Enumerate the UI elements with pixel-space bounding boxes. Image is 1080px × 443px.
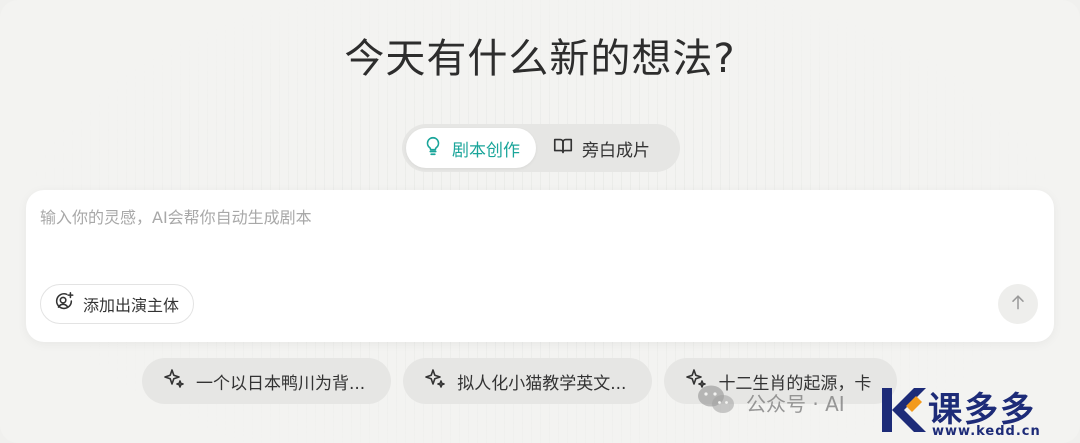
- watermark: 公众号 · AI: [696, 382, 845, 422]
- prompt-card: 添加出演主体: [26, 190, 1054, 342]
- suggestion-label: 拟人化小猫教学英文...: [457, 373, 627, 394]
- brand-logo: 课多多 www.kedd.cn: [876, 380, 1080, 443]
- wechat-icon: [696, 383, 736, 422]
- mode-switch: 剧本创作 旁白成片: [402, 124, 680, 172]
- add-actor-button[interactable]: 添加出演主体: [40, 284, 195, 324]
- watermark-text: 公众号 · AI: [746, 391, 845, 416]
- tab-script-writing[interactable]: 剧本创作: [406, 128, 536, 168]
- tab-narration-video[interactable]: 旁白成片: [536, 128, 666, 168]
- suggestion-chip[interactable]: 拟人化小猫教学英文...: [403, 358, 653, 404]
- sparkle-icon: [162, 367, 186, 396]
- suggestion-chip[interactable]: 一个以日本鸭川为背...: [142, 358, 392, 404]
- tab-label: 旁白成片: [582, 140, 650, 161]
- brand-url: www.kedd.cn: [932, 424, 1041, 439]
- suggestion-label: 一个以日本鸭川为背...: [196, 373, 366, 394]
- lightbulb-icon: [422, 135, 444, 162]
- tab-label: 剧本创作: [452, 140, 520, 161]
- page-title: 今天有什么新的想法?: [344, 36, 736, 82]
- k-logo-icon: [882, 388, 926, 432]
- add-actor-label: 添加出演主体: [83, 296, 180, 315]
- book-icon: [552, 135, 574, 162]
- send-button[interactable]: [998, 284, 1038, 324]
- prompt-input[interactable]: [40, 204, 1000, 268]
- sparkle-icon: [423, 367, 447, 396]
- add-user-icon: [53, 291, 75, 317]
- arrow-up-icon: [1008, 292, 1028, 316]
